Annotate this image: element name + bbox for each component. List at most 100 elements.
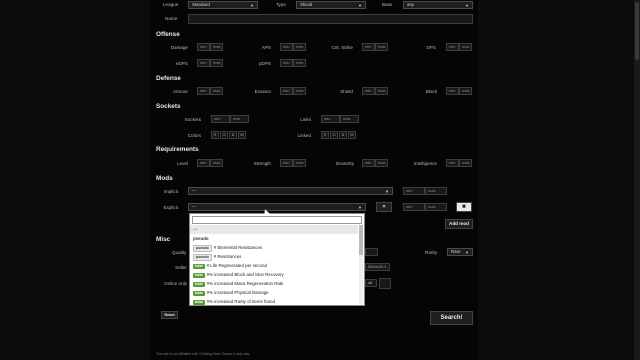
explicit-max-input[interactable]: max: [425, 203, 447, 211]
window-scrollbar[interactable]: [634, 0, 640, 360]
dropdown-search-input[interactable]: [192, 216, 362, 224]
links-label: Links: [300, 117, 311, 122]
dropdown-scrollbar-thumb[interactable]: [359, 225, 363, 255]
defense-heading: Defense: [156, 75, 181, 82]
sockets-min-input[interactable]: min: [211, 115, 230, 123]
name-input[interactable]: [188, 14, 473, 24]
type-select[interactable]: Shield ▼: [296, 1, 366, 9]
damage-max-input[interactable]: max: [210, 43, 223, 51]
dropdown-option-label: #% increased Rarity of Items found: [206, 299, 275, 304]
rarity-label: Rarity: [425, 250, 437, 255]
scrollbar-thumb[interactable]: [635, 2, 639, 60]
dropdown-option[interactable]: ---: [190, 225, 358, 234]
sockets-label: Sockets: [184, 117, 201, 122]
add-mod-button[interactable]: Add mod: [445, 219, 473, 229]
dropdown-option[interactable]: total # Life Regenerated per second: [190, 261, 358, 270]
pdps-min-input[interactable]: min: [280, 59, 293, 67]
search-button[interactable]: Search!: [430, 311, 473, 325]
chevron-down-icon: ▼: [358, 205, 362, 210]
strength-min-input[interactable]: min: [280, 159, 293, 167]
aps-label: APS: [261, 45, 271, 50]
dps-min-input[interactable]: min: [446, 43, 459, 51]
crit-min-input[interactable]: min: [362, 43, 375, 51]
dropdown-option[interactable]: total #% increased Physical Damage: [190, 288, 358, 297]
damage-min-input[interactable]: min: [197, 43, 210, 51]
linked-r-input[interactable]: R: [321, 131, 329, 139]
colors-w-input[interactable]: W: [238, 131, 246, 139]
links-max-input[interactable]: max: [340, 115, 359, 123]
dropdown-scrollbar[interactable]: [359, 225, 363, 305]
colors-g-input[interactable]: G: [220, 131, 228, 139]
strength-max-input[interactable]: max: [293, 159, 306, 167]
level-label: Level: [177, 161, 188, 166]
links-min-input[interactable]: min: [321, 115, 340, 123]
quality-max-input[interactable]: [365, 248, 378, 256]
shield-min-input[interactable]: min: [362, 87, 375, 95]
linked-b-input[interactable]: B: [339, 131, 347, 139]
dropdown-option[interactable]: total #% increased Mana Regeneration Rate: [190, 279, 358, 288]
chevron-down-icon: ▼: [465, 250, 469, 255]
intelligence-min-input[interactable]: min: [446, 159, 459, 167]
dropdown-list: --- pseudo pseudo # Elemental Resistances ps…: [190, 225, 358, 305]
dropdown-option[interactable]: pseudo # Elemental Resistances: [190, 243, 358, 252]
sockets-heading: Sockets: [156, 103, 181, 110]
equals-button[interactable]: =: [376, 202, 392, 212]
league-select[interactable]: Standard ▼: [188, 1, 258, 9]
implicit-max-input[interactable]: max: [425, 187, 447, 195]
online-only-select[interactable]: off: [365, 279, 377, 287]
armour-min-input[interactable]: min: [197, 87, 210, 95]
chevron-down-icon: ▼: [385, 189, 389, 194]
dps-max-input[interactable]: max: [459, 43, 472, 51]
colors-r-input[interactable]: R: [211, 131, 219, 139]
implicit-select[interactable]: --- ▼: [188, 187, 393, 195]
explicit-min-input[interactable]: min: [403, 203, 425, 211]
dexterity-min-input[interactable]: min: [362, 159, 375, 167]
block-min-input[interactable]: min: [446, 87, 459, 95]
reset-button[interactable]: Reset: [161, 311, 178, 319]
armour-label: Armour: [172, 89, 188, 94]
base-select[interactable]: any ▼: [403, 1, 473, 9]
shield-max-input[interactable]: max: [375, 87, 388, 95]
edps-label: eDPS: [175, 61, 188, 66]
pdps-max-input[interactable]: max: [293, 59, 306, 67]
total-badge: total: [193, 273, 205, 278]
block-max-input[interactable]: max: [459, 87, 472, 95]
rarity-select[interactable]: Rare ▼: [447, 248, 473, 256]
dropdown-option-label: pseudo: [193, 236, 209, 241]
dropdown-option-label: #% increased Mana Regeneration Rate: [206, 281, 284, 286]
dropdown-option[interactable]: total #% increased Rarity of Items found: [190, 297, 358, 305]
sockets-max-input[interactable]: max: [230, 115, 249, 123]
linked-w-input[interactable]: W: [348, 131, 356, 139]
dps-label: DPS: [426, 45, 436, 50]
intelligence-max-input[interactable]: max: [459, 159, 472, 167]
colors-b-input[interactable]: B: [229, 131, 237, 139]
rarity-value: Rare: [451, 249, 461, 254]
total-badge: total: [193, 282, 205, 287]
aps-min-input[interactable]: min: [280, 43, 293, 51]
evasion-min-input[interactable]: min: [280, 87, 293, 95]
linked-g-input[interactable]: G: [330, 131, 338, 139]
implicit-min-input[interactable]: min: [403, 187, 425, 195]
level-min-input[interactable]: min: [197, 159, 210, 167]
date-input[interactable]: 2014-02-1: [365, 263, 390, 271]
dropdown-option[interactable]: pseudo # Resistances: [190, 252, 358, 261]
chevron-down-icon: ▼: [358, 3, 362, 8]
armour-max-input[interactable]: max: [210, 87, 223, 95]
edps-max-input[interactable]: max: [210, 59, 223, 67]
explicit-mod-dropdown[interactable]: --- pseudo pseudo # Elemental Resistances ps…: [189, 213, 365, 306]
name-label: Name: [165, 16, 178, 21]
online-only-toggle[interactable]: [379, 278, 391, 289]
dexterity-label: Dexterity: [335, 161, 354, 166]
colors-label: Colors: [187, 133, 201, 138]
dropdown-option[interactable]: total #% increased Block and Stun Recover…: [190, 270, 358, 279]
edps-min-input[interactable]: min: [197, 59, 210, 67]
explicit-select[interactable]: --- ▼: [188, 203, 366, 211]
dropdown-option-label: # Life Regenerated per second: [206, 263, 267, 268]
remove-mod-button[interactable]: ✖: [456, 202, 472, 212]
aps-max-input[interactable]: max: [293, 43, 306, 51]
level-max-input[interactable]: max: [210, 159, 223, 167]
dexterity-max-input[interactable]: max: [375, 159, 388, 167]
footer-disclaimer: This site is not affiliated with Grindin…: [156, 352, 250, 356]
evasion-max-input[interactable]: max: [293, 87, 306, 95]
crit-max-input[interactable]: max: [375, 43, 388, 51]
